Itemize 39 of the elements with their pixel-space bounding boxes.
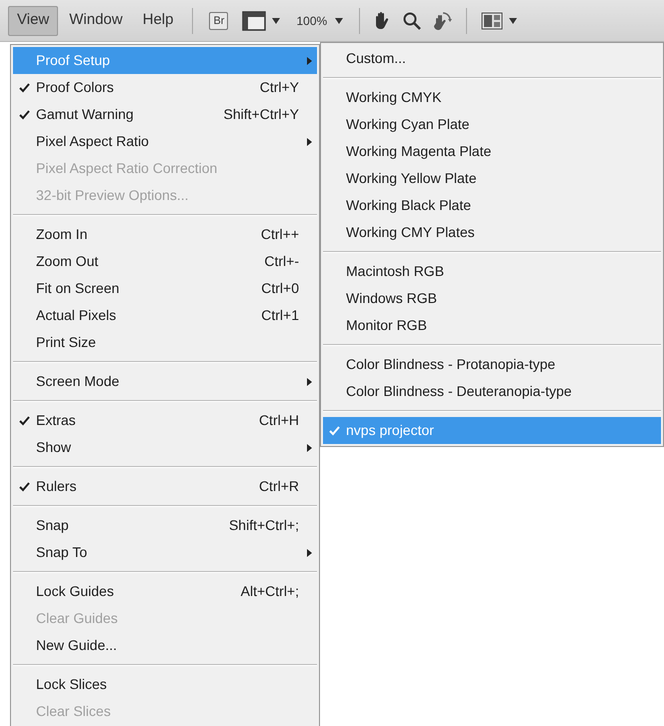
menu-item[interactable]: Working Yellow Plate: [323, 165, 661, 192]
caret-icon: [335, 18, 344, 24]
menu-item[interactable]: Working CMYK: [323, 84, 661, 111]
menu-item[interactable]: Monitor RGB: [323, 312, 661, 339]
menu-item[interactable]: Working Black Plate: [323, 192, 661, 219]
menu-item[interactable]: Working CMY Plates: [323, 219, 661, 246]
layout-icon: [481, 12, 504, 30]
menu-item[interactable]: Rulers Ctrl+R: [13, 473, 317, 500]
menu-item[interactable]: Snap Shift+Ctrl+;: [13, 512, 317, 539]
menu-item[interactable]: Extras Ctrl+H: [13, 407, 317, 434]
menu-item[interactable]: Screen Mode: [13, 368, 317, 395]
menu-bar-item[interactable]: Help: [134, 6, 182, 36]
menu-item[interactable]: Proof Colors Ctrl+Y: [13, 74, 317, 101]
menu-item[interactable]: Snap To: [13, 539, 317, 566]
menu-bar-item[interactable]: Window: [60, 6, 132, 36]
menu-item[interactable]: Fit on Screen Ctrl+0: [13, 275, 317, 302]
window-icon: [242, 10, 266, 30]
menu-item[interactable]: New Guide...: [13, 632, 317, 659]
menu-item[interactable]: Macintosh RGB: [323, 258, 661, 285]
menu-item[interactable]: Show: [13, 434, 317, 461]
menu-item[interactable]: Windows RGB: [323, 285, 661, 312]
menu-item[interactable]: Custom...: [323, 45, 661, 72]
menu-item[interactable]: Print Size: [13, 329, 317, 356]
menu-item[interactable]: Working Cyan Plate: [323, 111, 661, 138]
zoom-level-dropdown[interactable]: 100%: [288, 6, 352, 34]
menu-item[interactable]: Pixel Aspect Ratio: [13, 128, 317, 155]
menu-item[interactable]: Gamut Warning Shift+Ctrl+Y: [13, 101, 317, 128]
menu-item[interactable]: Color Blindness - Deuteranopia-type: [323, 378, 661, 405]
caret-icon: [509, 18, 518, 24]
menu-item[interactable]: Lock Slices: [13, 671, 317, 698]
menu-item[interactable]: Zoom Out Ctrl+-: [13, 248, 317, 275]
menu-bar-item[interactable]: View: [8, 6, 58, 36]
menu-item[interactable]: Working Magenta Plate: [323, 138, 661, 165]
bridge-button[interactable]: Br: [209, 12, 228, 30]
menu-item[interactable]: Actual Pixels Ctrl+1: [13, 302, 317, 329]
menu-item[interactable]: Lock Guides Alt+Ctrl+;: [13, 578, 317, 605]
caret-icon: [272, 18, 280, 24]
menu-item[interactable]: Zoom In Ctrl++: [13, 221, 317, 248]
menu-item[interactable]: Color Blindness - Protanopia-type: [323, 351, 661, 378]
